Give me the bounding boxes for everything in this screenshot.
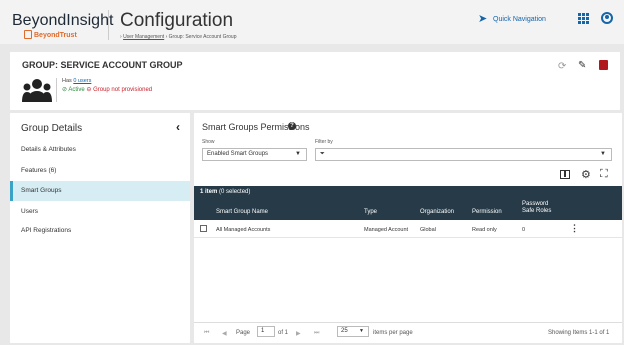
page-number-input[interactable]: 1 [257, 326, 275, 337]
next-page-icon[interactable]: ▶ [296, 330, 301, 337]
beyondtrust-logo-icon [24, 30, 32, 39]
expand-icon[interactable]: ⛶ [600, 168, 608, 181]
caret-down-icon: ▼ [295, 151, 301, 157]
minus-circle-icon: ⊖ [86, 87, 92, 93]
breadcrumb: › User Management › Group: Service Accou… [120, 34, 236, 40]
column-header-organization[interactable]: Organization [420, 209, 454, 215]
users-link[interactable]: 0 users [73, 78, 91, 84]
group-title: GROUP: SERVICE ACCOUNT GROUP [22, 60, 183, 70]
group-user-count: Has 0 users [62, 78, 91, 84]
sidebar-item-users[interactable]: Users [10, 202, 190, 222]
user-icon[interactable] [601, 12, 613, 24]
edit-icon[interactable]: ✎ [578, 60, 586, 71]
filter-icon: ⏷ [320, 151, 325, 157]
group-divider [56, 78, 57, 102]
delete-icon[interactable] [599, 60, 608, 70]
show-select-value: Enabled Smart Groups [207, 151, 269, 157]
showing-items-label: Showing Items 1-1 of 1 [548, 330, 610, 336]
filter-select[interactable]: ⏷ ▼ [315, 148, 612, 161]
row-menu-icon[interactable]: ⋮ [570, 223, 579, 234]
page-title: Configuration [120, 10, 234, 31]
column-header-name[interactable]: Smart Group Name [216, 209, 268, 215]
refresh-icon[interactable]: ⟳ [558, 61, 566, 72]
page-label: Page [236, 330, 251, 336]
group-users-icon [22, 79, 52, 102]
selected-count: (0 selected) [219, 189, 251, 195]
items-per-page-label: items per page [373, 330, 413, 336]
sidebar-item-api-registrations[interactable]: API Registrations [10, 221, 190, 241]
cell-password-safe-roles: 0 [522, 227, 526, 233]
cell-organization: Global [420, 227, 436, 233]
last-page-icon[interactable]: ⏭ [314, 330, 319, 337]
column-header-type[interactable]: Type [364, 209, 377, 215]
cell-name: All Managed Accounts [216, 227, 271, 233]
page-of-label: of 1 [278, 330, 289, 336]
show-select[interactable]: Enabled Smart Groups ▼ [202, 148, 307, 161]
chevron-left-icon[interactable]: ‹ [176, 120, 180, 134]
breadcrumb-user-management[interactable]: User Management [123, 34, 164, 40]
group-status: ⊘ Active ⊖ Group not provisioned [62, 86, 152, 93]
caret-down-icon: ▼ [359, 328, 364, 334]
password-header-line2: Safe Roles [522, 208, 552, 214]
item-count-value: 1 item [200, 189, 218, 195]
columns-icon[interactable] [560, 170, 570, 179]
status-active: Active [68, 87, 85, 93]
sidebar-item-features[interactable]: Features (6) [10, 161, 190, 181]
sidebar-item-smart-groups[interactable]: Smart Groups [10, 181, 190, 201]
first-page-icon[interactable]: ⏮ [204, 330, 209, 337]
page-size-value: 25 [341, 328, 348, 334]
password-header-line1: Password [522, 201, 549, 207]
quick-navigation-link[interactable]: Quick Navigation [493, 16, 546, 23]
gear-icon[interactable]: ⚙ [581, 168, 591, 181]
breadcrumb-separator: › [165, 34, 168, 40]
row-checkbox[interactable] [200, 225, 207, 232]
show-label: Show [202, 139, 215, 145]
group-details-title: Group Details [21, 123, 83, 134]
breadcrumb-separator: › [120, 34, 122, 40]
column-header-permission[interactable]: Permission [472, 209, 502, 215]
grid-icon[interactable] [578, 13, 589, 24]
page-size-select[interactable]: 25 ▼ [337, 326, 369, 337]
cell-type: Managed Account [364, 227, 409, 233]
help-icon[interactable]: ? [288, 122, 296, 130]
brand-name[interactable]: BeyondInsight [12, 12, 113, 30]
has-prefix: Has [62, 78, 72, 84]
column-header-password-safe-roles[interactable]: Password Safe Roles [522, 201, 551, 215]
breadcrumb-current: Group: Service Account Group [168, 34, 237, 40]
brand-subtitle: BeyondTrust [34, 32, 77, 39]
cell-permission: Read only [472, 227, 497, 233]
paper-plane-icon[interactable]: ➤ [478, 14, 489, 25]
sidebar-item-details-attributes[interactable]: Details & Attributes [10, 140, 190, 160]
check-circle-icon: ⊘ [62, 87, 68, 93]
status-not-provisioned: Group not provisioned [93, 87, 153, 93]
prev-page-icon[interactable]: ◀ [222, 330, 227, 337]
filter-label: Filter by [315, 139, 333, 145]
caret-down-icon: ▼ [600, 151, 606, 157]
item-count: 1 item (0 selected) [200, 189, 250, 195]
header-divider [108, 10, 109, 40]
